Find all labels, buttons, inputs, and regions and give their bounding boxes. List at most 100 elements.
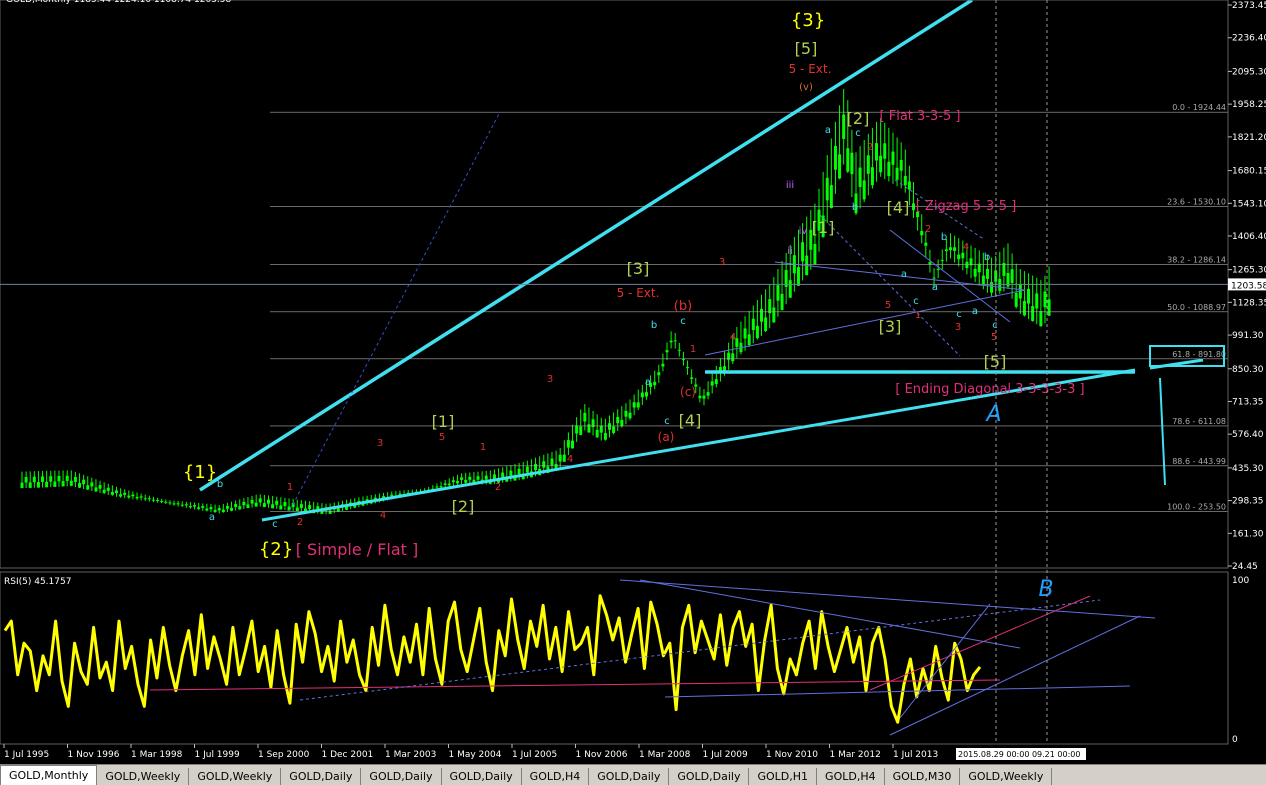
candle-body: [599, 425, 603, 433]
wave-digit: a: [932, 282, 938, 293]
time-tick-label: 1 Mar 1998: [131, 750, 183, 760]
wave-label: {2}: [259, 539, 293, 560]
candle-body: [616, 416, 620, 424]
candle-body: [768, 299, 772, 314]
candle-body: [492, 474, 496, 479]
rsi-trend-line: [869, 595, 1091, 691]
wave-digit: 3: [955, 322, 961, 333]
candle-body: [238, 506, 242, 510]
candle-body: [57, 475, 61, 482]
rsi-trend-line: [664, 685, 1131, 698]
candle-body: [829, 185, 833, 209]
candle-body: [899, 159, 903, 171]
candle-body: [90, 482, 94, 487]
candle-body: [825, 177, 829, 201]
wave-digit: c: [272, 519, 278, 530]
candle-body: [710, 381, 714, 386]
wave-digit: 4: [567, 454, 573, 465]
time-tick-label: 1 Jul 2013: [893, 750, 938, 760]
wave-digit: 2: [297, 517, 303, 528]
wave-digit: b: [941, 232, 947, 243]
candle-body: [151, 499, 155, 501]
chart-tab-11[interactable]: GOLD,M30: [885, 768, 961, 785]
wave-label: {1}: [183, 462, 217, 483]
candle-body: [139, 496, 143, 498]
candle-body: [948, 247, 952, 251]
candle-body: [476, 476, 480, 480]
candle-body: [73, 477, 77, 482]
wave-digit: 2: [925, 224, 931, 235]
candle-body: [920, 230, 924, 236]
chart-tab-9[interactable]: GOLD,H1: [749, 768, 818, 785]
candle-body: [147, 498, 151, 500]
candle-body: [653, 381, 657, 386]
price-tick-label: 1680.15: [1232, 167, 1266, 177]
time-highlight-label: 2015.08.29 00:00 09.21 00:00: [958, 750, 1080, 759]
chart-tab-4[interactable]: GOLD,Daily: [361, 768, 442, 785]
candle-body: [209, 507, 213, 510]
fib-levels: 0.0 - 1924.44 23.6 - 1530.10 38.2 - 1286.1…: [270, 103, 1228, 512]
wave-digit: c: [913, 296, 919, 307]
wave-digit: b: [651, 320, 657, 331]
wave-digit: 1: [690, 344, 696, 355]
candle-body: [788, 280, 792, 298]
candle-body: [940, 259, 944, 261]
candle-body: [760, 308, 763, 322]
candle-body: [833, 146, 837, 170]
candle-body: [883, 143, 887, 159]
candle-body: [755, 325, 759, 339]
candle-body: [632, 402, 636, 408]
chart-tab-5[interactable]: GOLD,Daily: [442, 768, 522, 785]
wave-digit: c: [664, 416, 670, 427]
trend-lines: [199, 0, 1225, 522]
chart-tab-12[interactable]: GOLD,Weekly: [960, 768, 1053, 785]
wave-digit: b: [984, 252, 990, 263]
candle-body: [558, 454, 562, 462]
candle-body: [706, 392, 710, 396]
chart-tab-1[interactable]: GOLD,Weekly: [97, 768, 190, 785]
candle-body: [205, 508, 209, 511]
price-tick-label: 991.30: [1232, 331, 1264, 341]
candle-body: [119, 494, 123, 497]
wave-label: [2]: [452, 497, 475, 516]
chart-tab-10[interactable]: GOLD,H4: [817, 768, 885, 785]
candle-body: [772, 307, 776, 323]
wave-digit: 5: [439, 432, 445, 443]
candle-body: [973, 268, 977, 277]
time-tick-label: 1 Jul 1995: [4, 750, 49, 760]
chart-tab-6[interactable]: GOLD,H4: [522, 768, 590, 785]
candle-body: [451, 480, 455, 483]
current-price-label: 1203.58: [1231, 281, 1266, 291]
chart-title: GOLD,Monthly 1185.44 1224.10 1108.74 120…: [6, 0, 231, 5]
candle-body: [308, 505, 312, 509]
candle-body: [620, 419, 624, 427]
candle-body: [69, 480, 73, 486]
candle-body: [460, 477, 464, 480]
candle-body: [714, 379, 718, 385]
chart-tab-8[interactable]: GOLD,Daily: [669, 768, 750, 785]
chart-tab-3[interactable]: GOLD,Daily: [281, 768, 362, 785]
candle-body: [595, 429, 599, 438]
candle-body: [295, 507, 299, 512]
candle-body: [41, 476, 45, 482]
rsi-trend-line: [889, 615, 1141, 736]
wave-label: [4]: [679, 411, 702, 430]
wave-digit: a: [645, 377, 651, 388]
candle-body: [160, 501, 164, 503]
candle-body: [944, 249, 948, 252]
candle-body: [1031, 306, 1035, 321]
chart-tab-2[interactable]: GOLD,Weekly: [189, 768, 282, 785]
chart-tab-0[interactable]: GOLD,Monthly: [0, 765, 98, 785]
wave-digit: 4: [380, 510, 386, 521]
price-tick-label: 713.35: [1232, 397, 1264, 407]
candle-body: [168, 502, 172, 504]
chart-tab-7[interactable]: GOLD,Daily: [589, 768, 670, 785]
price-tick-label: 24.45: [1232, 562, 1258, 572]
wave-digit: 3: [377, 438, 383, 449]
candle-body: [661, 363, 665, 367]
wave-label: [3]: [879, 317, 902, 336]
candle-body: [143, 498, 147, 500]
wave-digit: a: [209, 512, 215, 523]
wave-label: [5]: [795, 39, 818, 58]
candle-body: [981, 275, 985, 285]
